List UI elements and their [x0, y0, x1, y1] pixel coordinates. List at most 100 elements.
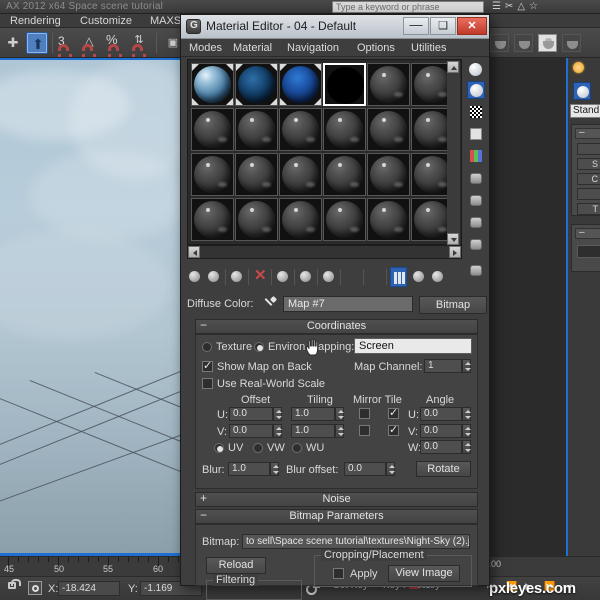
sample-slot-11[interactable]: [367, 108, 410, 151]
angle-u-field[interactable]: 0.0: [420, 407, 462, 421]
blur-offset-field[interactable]: 0.0: [344, 462, 386, 476]
tiling-u-field[interactable]: 1.0: [291, 407, 335, 421]
sample-slot-8[interactable]: [235, 108, 278, 151]
sample-slot-15[interactable]: [279, 153, 322, 196]
put-material-to-scene-icon[interactable]: [206, 267, 223, 287]
angle-v-spinner[interactable]: [462, 424, 471, 438]
tiling-v-field[interactable]: 1.0: [291, 424, 335, 438]
material-editor-titlebar[interactable]: Material Editor - 04 - Default — ❑ ✕: [181, 15, 489, 39]
sample-slot-7[interactable]: [191, 108, 234, 151]
sample-slot-17[interactable]: [367, 153, 410, 196]
scroll-left-icon[interactable]: [188, 246, 200, 258]
background-checker-icon[interactable]: [467, 103, 485, 121]
panel-button-3[interactable]: C: [577, 173, 600, 185]
angle-w-spinner[interactable]: [462, 440, 471, 454]
expand-icon[interactable]: +: [200, 492, 207, 505]
sample-slot-23[interactable]: [367, 198, 410, 241]
scroll-right-icon[interactable]: [449, 246, 461, 258]
sample-slot-19[interactable]: [191, 198, 234, 241]
sample-type-sphere-icon[interactable]: [467, 61, 485, 79]
scroll-up-icon[interactable]: [447, 61, 459, 73]
sample-slot-9[interactable]: [279, 108, 322, 151]
percent-snap-icon[interactable]: [108, 44, 122, 57]
blur-spinner[interactable]: [270, 462, 279, 476]
sample-slot-16[interactable]: [323, 153, 366, 196]
sample-slot-2[interactable]: [235, 63, 278, 106]
rollout-header-1[interactable]: –: [575, 127, 600, 139]
map-name-combo[interactable]: Map #7: [283, 296, 413, 312]
scroll-down-icon[interactable]: [447, 233, 459, 245]
select-by-material-icon[interactable]: [467, 213, 485, 231]
slots-vertical-scrollbar[interactable]: [447, 61, 460, 245]
noise-rollout-header[interactable]: + Noise: [195, 492, 478, 507]
rollout-header-2[interactable]: –: [575, 227, 600, 239]
environ-radio[interactable]: [254, 342, 264, 352]
tiling-u-spinner[interactable]: [335, 407, 344, 421]
light-icon[interactable]: [573, 62, 584, 73]
me-menu-material[interactable]: Material: [233, 42, 272, 54]
sample-slot-13[interactable]: [191, 153, 234, 196]
minimize-button[interactable]: —: [403, 17, 429, 35]
use-real-world-scale-checkbox[interactable]: [202, 378, 213, 389]
panel-button-5[interactable]: T: [577, 203, 600, 215]
show-end-result-toggle-icon[interactable]: [390, 267, 407, 287]
sample-slot-3[interactable]: [279, 63, 322, 106]
assign-material-icon[interactable]: [229, 267, 246, 287]
me-menu-navigation[interactable]: Navigation: [287, 42, 339, 54]
titlebar-icon-group[interactable]: ☰✂△☆: [492, 1, 542, 12]
mirror-v-checkbox[interactable]: [359, 425, 370, 436]
reset-map-icon[interactable]: ✕: [252, 267, 269, 287]
offset-u-field[interactable]: 0.0: [229, 407, 273, 421]
angle-snap-magnet-icon[interactable]: [82, 44, 96, 57]
bitmap-type-button[interactable]: Bitmap: [419, 296, 487, 314]
sample-slot-1[interactable]: [191, 63, 234, 106]
panel-field-1[interactable]: [577, 245, 600, 258]
sample-slot-14[interactable]: [235, 153, 278, 196]
sample-slot-5[interactable]: [367, 63, 410, 106]
options-icon[interactable]: [467, 191, 485, 209]
collapse-icon[interactable]: −: [200, 319, 207, 332]
me-menu-utilities[interactable]: Utilities: [411, 42, 446, 54]
go-to-parent-icon[interactable]: [411, 267, 428, 287]
layer-manager-icon[interactable]: [562, 34, 581, 52]
absolute-mode-icon[interactable]: [28, 581, 42, 595]
menu-customize[interactable]: Customize: [80, 15, 132, 27]
viewport-perspective[interactable]: [0, 58, 190, 556]
select-move-icon[interactable]: ✚: [2, 32, 24, 54]
sample-uv-tiling-icon[interactable]: [467, 125, 485, 143]
sample-slot-10[interactable]: [323, 108, 366, 151]
slots-horizontal-scrollbar[interactable]: [187, 245, 462, 259]
tile-u-checkbox[interactable]: [388, 406, 399, 419]
menu-rendering[interactable]: Rendering: [10, 15, 61, 27]
reload-button[interactable]: Reload: [206, 557, 266, 574]
sample-slot-4[interactable]: [323, 63, 366, 106]
bitmap-parameters-rollout-header[interactable]: − Bitmap Parameters: [195, 509, 478, 524]
view-image-button[interactable]: View Image: [388, 565, 460, 582]
bitmap-path-field[interactable]: to sell\Space scene tutorial\textures\Ni…: [242, 534, 470, 549]
uv-radio[interactable]: [214, 443, 224, 453]
put-to-library-icon[interactable]: [321, 267, 338, 287]
material-id-channel-icon[interactable]: [467, 235, 485, 253]
material-preview-icon[interactable]: [573, 82, 591, 100]
panel-button-2[interactable]: S: [577, 158, 600, 170]
mirror-icon[interactable]: [490, 34, 509, 52]
panel-button-4[interactable]: [577, 188, 600, 200]
make-preview-icon[interactable]: [467, 169, 485, 187]
offset-v-field[interactable]: 0.0: [229, 424, 273, 438]
angle-w-field[interactable]: 0.0: [420, 440, 462, 454]
offset-v-spinner[interactable]: [273, 424, 282, 438]
wu-radio[interactable]: [292, 443, 302, 453]
apply-checkbox[interactable]: [333, 568, 344, 579]
quick-search-input[interactable]: Type a keyword or phrase: [332, 1, 484, 13]
teapot-icon[interactable]: [538, 34, 557, 52]
get-material-icon[interactable]: [187, 267, 204, 287]
tile-v-checkbox[interactable]: [388, 423, 399, 436]
sample-slot-20[interactable]: [235, 198, 278, 241]
make-material-copy-icon[interactable]: [275, 267, 292, 287]
material-type-combo[interactable]: Stand: [570, 104, 600, 118]
map-channel-spinner[interactable]: [462, 359, 471, 373]
go-forward-to-sibling-icon[interactable]: [430, 267, 447, 287]
map-channel-field[interactable]: 1: [424, 359, 462, 373]
coordinates-rollout-header[interactable]: − Coordinates: [195, 319, 478, 334]
blur-field[interactable]: 1.0: [228, 462, 270, 476]
